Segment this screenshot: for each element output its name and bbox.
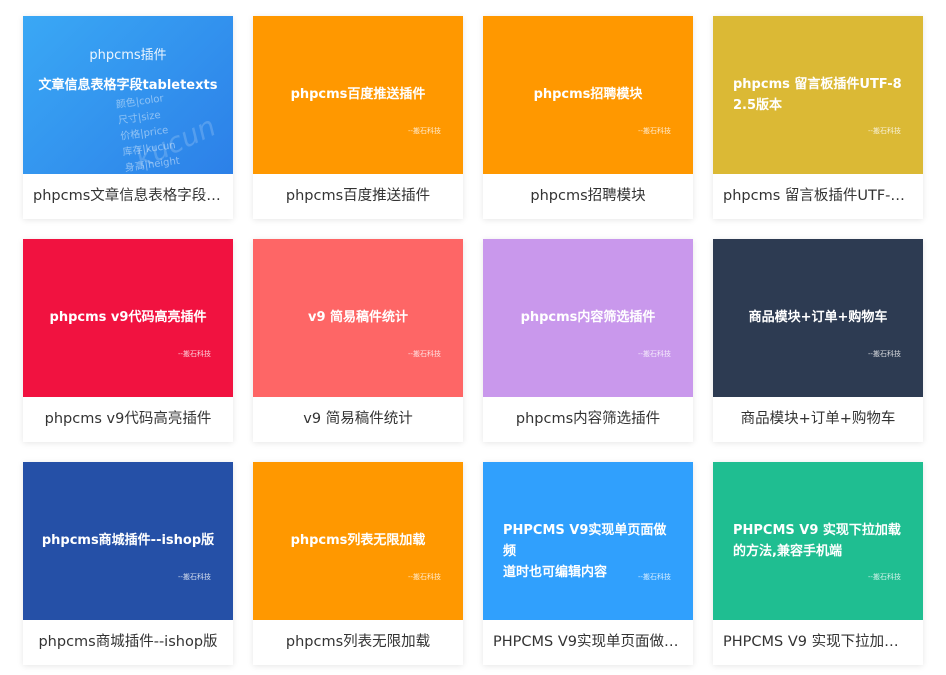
card-caption-link[interactable]: phpcms v9代码高亮插件 (23, 397, 233, 442)
plugin-card-grid: kucun phpcms插件 文章信息表格字段tabletexts 颜色|col… (23, 16, 923, 665)
plugin-card[interactable]: phpcms v9代码高亮插件 --搬石科技 phpcms v9代码高亮插件 (23, 239, 233, 442)
card-caption-link[interactable]: phpcms内容筛选插件 (483, 397, 693, 442)
plugin-card[interactable]: phpcms招聘模块 --搬石科技 phpcms招聘模块 (483, 16, 693, 219)
card-caption-link[interactable]: phpcms列表无限加载 (253, 620, 463, 665)
card-caption-link[interactable]: phpcms商城插件--ishop版 (23, 620, 233, 665)
card-thumbnail[interactable]: phpcms 留言板插件UTF-8 2.5版本 --搬石科技 (713, 16, 923, 174)
card-caption-link[interactable]: v9 简易稿件统计 (253, 397, 463, 442)
card-thumbnail[interactable]: phpcms列表无限加载 --搬石科技 (253, 462, 463, 620)
plugin-card[interactable]: phpcms内容筛选插件 --搬石科技 phpcms内容筛选插件 (483, 239, 693, 442)
thumbnail-title: 商品模块+订单+购物车 (748, 310, 888, 325)
card-thumbnail[interactable]: phpcms商城插件--ishop版 --搬石科技 (23, 462, 233, 620)
card-caption-link[interactable]: phpcms百度推送插件 (253, 174, 463, 219)
card-thumbnail[interactable]: phpcms v9代码高亮插件 --搬石科技 (23, 239, 233, 397)
thumbnail-title: phpcms商城插件--ishop版 (41, 533, 215, 548)
thumbnail-credit: --搬石科技 (177, 350, 211, 358)
plugin-card[interactable]: 商品模块+订单+购物车 --搬石科技 商品模块+订单+购物车 (713, 239, 923, 442)
thumbnail-field-list: 颜色|color 尺寸|size 价格|price 库存|kucun 身高|he… (115, 90, 181, 174)
thumbnail-title: phpcms内容筛选插件 (520, 310, 656, 325)
card-thumbnail[interactable]: phpcms招聘模块 --搬石科技 (483, 16, 693, 174)
thumbnail-credit: --搬石科技 (637, 350, 671, 358)
thumbnail-title: phpcms 留言板插件UTF-8 2.5版本 (733, 77, 902, 113)
card-caption-link[interactable]: phpcms招聘模块 (483, 174, 693, 219)
card-thumbnail[interactable]: phpcms百度推送插件 --搬石科技 (253, 16, 463, 174)
plugin-card[interactable]: phpcms 留言板插件UTF-8 2.5版本 --搬石科技 phpcms 留言… (713, 16, 923, 219)
thumbnail-credit: --搬石科技 (407, 350, 441, 358)
card-caption-link[interactable]: phpcms文章信息表格字段tabletexts (23, 174, 233, 219)
card-caption-link[interactable]: PHPCMS V9 实现下拉加载的方法,兼容手机端 (713, 620, 923, 665)
thumbnail-credit: --搬石科技 (867, 350, 901, 358)
thumbnail-credit: --搬石科技 (407, 127, 441, 135)
card-caption-link[interactable]: 商品模块+订单+购物车 (713, 397, 923, 442)
card-thumbnail[interactable]: phpcms内容筛选插件 --搬石科技 (483, 239, 693, 397)
thumbnail-credit: --搬石科技 (407, 573, 441, 581)
thumbnail-credit: --搬石科技 (867, 573, 901, 581)
plugin-card[interactable]: phpcms百度推送插件 --搬石科技 phpcms百度推送插件 (253, 16, 463, 219)
thumbnail-title: phpcms v9代码高亮插件 (49, 310, 207, 325)
thumbnail-subtitle: phpcms插件 (89, 48, 167, 63)
plugin-card[interactable]: phpcms商城插件--ishop版 --搬石科技 phpcms商城插件--is… (23, 462, 233, 665)
thumbnail-title: v9 简易稿件统计 (307, 310, 409, 325)
plugin-card[interactable]: PHPCMS V9实现单页面做频 道时也可编辑内容 --搬石科技 PHPCMS … (483, 462, 693, 665)
thumbnail-credit: --搬石科技 (637, 573, 671, 581)
plugin-card[interactable]: phpcms列表无限加载 --搬石科技 phpcms列表无限加载 (253, 462, 463, 665)
plugin-card[interactable]: v9 简易稿件统计 --搬石科技 v9 简易稿件统计 (253, 239, 463, 442)
card-thumbnail[interactable]: v9 简易稿件统计 --搬石科技 (253, 239, 463, 397)
plugin-card[interactable]: kucun phpcms插件 文章信息表格字段tabletexts 颜色|col… (23, 16, 233, 219)
card-thumbnail[interactable]: kucun phpcms插件 文章信息表格字段tabletexts 颜色|col… (23, 16, 233, 174)
thumbnail-title: PHPCMS V9 实现下拉加载 的方法,兼容手机端 (733, 523, 901, 559)
card-thumbnail[interactable]: 商品模块+订单+购物车 --搬石科技 (713, 239, 923, 397)
plugin-card[interactable]: PHPCMS V9 实现下拉加载 的方法,兼容手机端 --搬石科技 PHPCMS… (713, 462, 923, 665)
thumbnail-title: 文章信息表格字段tabletexts (38, 78, 218, 93)
card-thumbnail[interactable]: PHPCMS V9 实现下拉加载 的方法,兼容手机端 --搬石科技 (713, 462, 923, 620)
thumbnail-title: phpcms列表无限加载 (290, 533, 426, 548)
thumbnail-title: phpcms招聘模块 (533, 87, 643, 102)
card-caption-link[interactable]: PHPCMS V9实现单页面做频道时也可编辑内容 (483, 620, 693, 665)
thumbnail-credit: --搬石科技 (177, 573, 211, 581)
thumbnail-title: phpcms百度推送插件 (290, 87, 426, 102)
card-thumbnail[interactable]: PHPCMS V9实现单页面做频 道时也可编辑内容 --搬石科技 (483, 462, 693, 620)
card-caption-link[interactable]: phpcms 留言板插件UTF-8 2.5版本 (713, 174, 923, 219)
thumbnail-credit: --搬石科技 (637, 127, 671, 135)
thumbnail-credit: --搬石科技 (867, 127, 901, 135)
